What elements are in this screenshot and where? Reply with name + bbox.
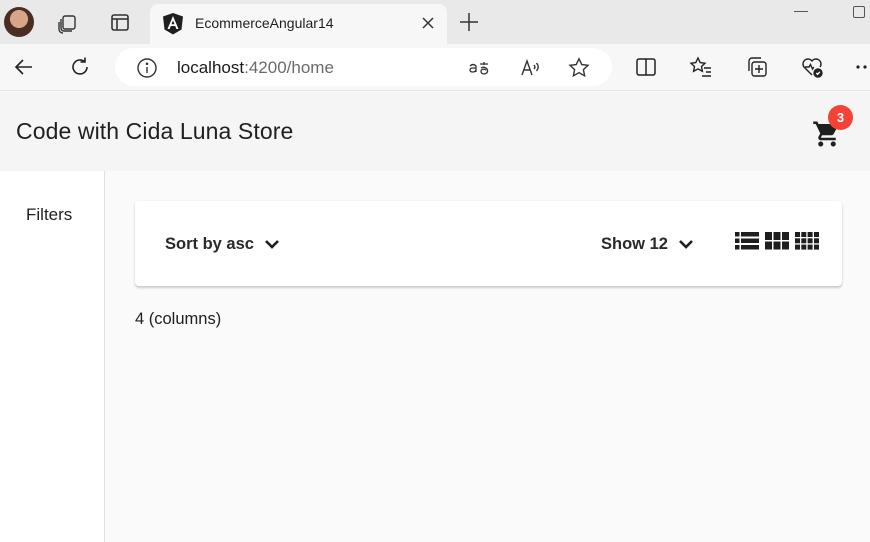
store-title: Code with Cida Luna Store — [16, 118, 294, 144]
workspaces-icon[interactable] — [56, 10, 80, 34]
filters-label: Filters — [26, 205, 73, 224]
close-tab-icon[interactable] — [420, 15, 436, 31]
products-header-card: Sort by asc Show 12 — [135, 201, 842, 286]
refresh-icon[interactable] — [68, 55, 92, 79]
items-per-page-button[interactable]: Show 12 — [601, 226, 696, 262]
split-screen-icon[interactable] — [634, 55, 658, 79]
new-tab-icon[interactable] — [458, 11, 480, 33]
minimize-window-icon[interactable] — [794, 11, 808, 12]
list-view-icon[interactable] — [735, 231, 759, 251]
read-aloud-icon[interactable] — [519, 57, 543, 79]
tab-title: EcommerceAngular14 — [195, 15, 334, 31]
favorite-star-icon[interactable] — [567, 56, 591, 80]
address-bar[interactable]: localhost:4200/home — [115, 48, 612, 86]
url-host: localhost — [177, 58, 245, 77]
angular-logo-icon — [163, 13, 183, 35]
more-icon[interactable] — [854, 55, 870, 79]
favorites-icon[interactable] — [689, 55, 713, 79]
maximize-window-icon[interactable] — [853, 6, 865, 18]
columns-count-text: 4 (columns) — [135, 310, 222, 328]
chevron-down-icon — [265, 240, 279, 249]
sort-label: Sort by asc — [165, 234, 254, 253]
four-column-view-icon[interactable] — [795, 231, 819, 251]
site-info-icon[interactable] — [136, 57, 158, 79]
main-content: Sort by asc Show 12 4 (columns) — [105, 171, 870, 542]
active-tab[interactable]: EcommerceAngular14 — [150, 4, 447, 44]
collections-add-icon[interactable] — [745, 55, 769, 79]
translate-icon[interactable] — [467, 57, 491, 79]
browser-toolbar: localhost:4200/home — [0, 44, 870, 91]
url-path: :4200/home — [244, 58, 334, 77]
app-header: Code with Cida Luna Store — [0, 92, 870, 171]
filters-sidebar: Filters — [0, 171, 105, 542]
cart-count-badge: 3 — [828, 105, 853, 130]
back-icon[interactable] — [12, 55, 36, 79]
chevron-down-icon — [679, 240, 693, 249]
url-text[interactable]: localhost:4200/home — [177, 58, 334, 78]
browser-essentials-icon[interactable] — [800, 55, 824, 79]
items-per-page-label: Show 12 — [601, 234, 668, 253]
sort-button[interactable]: Sort by asc — [165, 226, 282, 262]
profile-avatar[interactable] — [4, 7, 34, 37]
browser-tab-strip: EcommerceAngular14 — [0, 0, 870, 44]
tab-actions-icon[interactable] — [108, 10, 132, 34]
three-column-view-icon[interactable] — [765, 231, 789, 251]
